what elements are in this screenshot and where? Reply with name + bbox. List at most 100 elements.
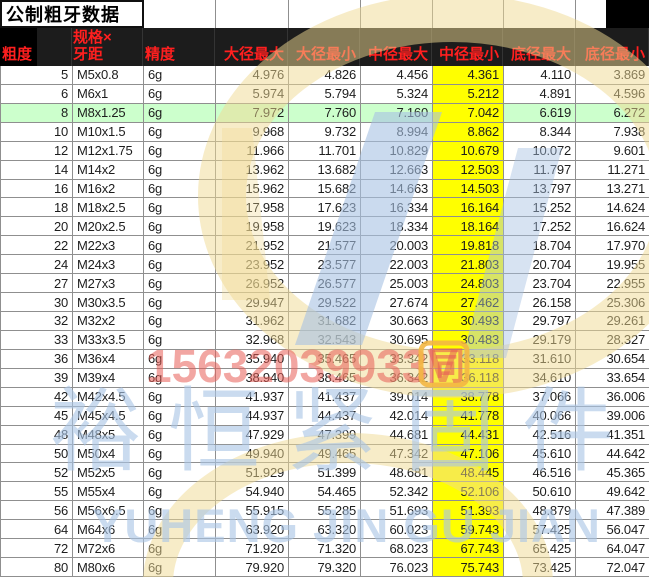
cell-pitch-max-row13[interactable]: 27.674 bbox=[361, 293, 433, 312]
cell-major-max-row14[interactable]: 31.962 bbox=[216, 312, 289, 331]
cell-major-max-row21[interactable]: 49.940 bbox=[216, 445, 289, 464]
cell-spec-row11[interactable]: M24x3 bbox=[73, 255, 144, 274]
cell-major-max-row7[interactable]: 15.962 bbox=[216, 180, 289, 199]
cell-pitch-min-row5[interactable]: 10.679 bbox=[433, 142, 504, 161]
cell-grade-row26[interactable]: 6g bbox=[144, 539, 216, 558]
cell-grade-row4[interactable]: 6g bbox=[144, 123, 216, 142]
cell-pitch-max-row1[interactable]: 4.456 bbox=[361, 66, 433, 85]
cell-major-max-row26[interactable]: 71.920 bbox=[216, 539, 289, 558]
cell-minor-max-row16[interactable]: 31.610 bbox=[504, 350, 576, 369]
cell-grade-row13[interactable]: 6g bbox=[144, 293, 216, 312]
cell-grade-row20[interactable]: 6g bbox=[144, 426, 216, 445]
cell-major-min-row3[interactable]: 7.760 bbox=[289, 104, 361, 123]
cell-minor-max-row18[interactable]: 37.066 bbox=[504, 388, 576, 407]
cell-pitch-max-row6[interactable]: 12.663 bbox=[361, 161, 433, 180]
cell-size-row2[interactable]: 6 bbox=[1, 85, 73, 104]
cell-spec-row9[interactable]: M20x2.5 bbox=[73, 217, 144, 236]
cell-grade-row11[interactable]: 6g bbox=[144, 255, 216, 274]
cell-pitch-max-row26[interactable]: 68.023 bbox=[361, 539, 433, 558]
cell-pitch-max-row15[interactable]: 30.695 bbox=[361, 331, 433, 350]
cell-pitch-min-row11[interactable]: 21.803 bbox=[433, 255, 504, 274]
cell-size-row14[interactable]: 32 bbox=[1, 312, 73, 331]
header-cell-spec[interactable]: 规格×牙距 bbox=[72, 28, 143, 66]
cell-minor-min-row5[interactable]: 9.601 bbox=[576, 142, 649, 161]
cell-pitch-min-row16[interactable]: 33.118 bbox=[433, 350, 504, 369]
cell-minor-min-row16[interactable]: 30.654 bbox=[576, 350, 649, 369]
cell-minor-max-row15[interactable]: 29.179 bbox=[504, 331, 576, 350]
cell-pitch-min-row19[interactable]: 41.778 bbox=[433, 407, 504, 426]
cell-major-max-row24[interactable]: 55.915 bbox=[216, 501, 289, 520]
cell-pitch-min-row9[interactable]: 18.164 bbox=[433, 217, 504, 236]
cell-minor-max-row8[interactable]: 15.252 bbox=[504, 198, 576, 217]
cell-spec-row7[interactable]: M16x2 bbox=[73, 180, 144, 199]
cell-pitch-min-row18[interactable]: 38.778 bbox=[433, 388, 504, 407]
cell-pitch-min-row27[interactable]: 75.743 bbox=[433, 558, 504, 577]
cell-major-max-row12[interactable]: 26.952 bbox=[216, 274, 289, 293]
cell-pitch-min-row12[interactable]: 24.803 bbox=[433, 274, 504, 293]
cell-pitch-max-row11[interactable]: 22.003 bbox=[361, 255, 433, 274]
cell-pitch-max-row9[interactable]: 18.334 bbox=[361, 217, 433, 236]
cell-major-max-row1[interactable]: 4.976 bbox=[216, 66, 289, 85]
cell-pitch-max-row17[interactable]: 36.342 bbox=[361, 369, 433, 388]
header-cell-pitch-min[interactable]: 中径最小 bbox=[432, 28, 503, 66]
header-cell-pitch-max[interactable]: 中径最大 bbox=[360, 28, 432, 66]
cell-minor-min-row4[interactable]: 7.938 bbox=[576, 123, 649, 142]
cell-minor-min-row18[interactable]: 36.006 bbox=[576, 388, 649, 407]
cell-pitch-min-row3[interactable]: 7.042 bbox=[433, 104, 504, 123]
cell-pitch-min-row10[interactable]: 19.818 bbox=[433, 236, 504, 255]
cell-spec-row4[interactable]: M10x1.5 bbox=[73, 123, 144, 142]
cell-major-min-row19[interactable]: 44.437 bbox=[289, 407, 361, 426]
cell-grade-row17[interactable]: 6g bbox=[144, 369, 216, 388]
cell-major-min-row22[interactable]: 51.399 bbox=[289, 463, 361, 482]
cell-minor-min-row3[interactable]: 6.272 bbox=[576, 104, 649, 123]
cell-major-min-row4[interactable]: 9.732 bbox=[289, 123, 361, 142]
cell-major-max-row3[interactable]: 7.972 bbox=[216, 104, 289, 123]
cell-pitch-max-row21[interactable]: 47.342 bbox=[361, 445, 433, 464]
header-cell-major-min[interactable]: 大径最小 bbox=[288, 28, 360, 66]
cell-major-max-row2[interactable]: 5.974 bbox=[216, 85, 289, 104]
cell-size-row15[interactable]: 33 bbox=[1, 331, 73, 350]
cell-grade-row5[interactable]: 6g bbox=[144, 142, 216, 161]
cell-minor-min-row26[interactable]: 64.047 bbox=[576, 539, 649, 558]
header-cell-minor-max[interactable]: 底径最大 bbox=[503, 28, 575, 66]
cell-major-max-row5[interactable]: 11.966 bbox=[216, 142, 289, 161]
cell-pitch-min-row4[interactable]: 8.862 bbox=[433, 123, 504, 142]
cell-grade-row14[interactable]: 6g bbox=[144, 312, 216, 331]
cell-size-row19[interactable]: 45 bbox=[1, 407, 73, 426]
cell-pitch-max-row8[interactable]: 16.334 bbox=[361, 198, 433, 217]
cell-minor-max-row26[interactable]: 65.425 bbox=[504, 539, 576, 558]
cell-major-min-row23[interactable]: 54.465 bbox=[289, 482, 361, 501]
cell-minor-max-row20[interactable]: 42.516 bbox=[504, 426, 576, 445]
cell-major-min-row5[interactable]: 11.701 bbox=[289, 142, 361, 161]
cell-minor-min-row1[interactable]: 3.869 bbox=[576, 66, 649, 85]
cell-minor-max-row25[interactable]: 57.425 bbox=[504, 520, 576, 539]
cell-pitch-max-row14[interactable]: 30.663 bbox=[361, 312, 433, 331]
cell-spec-row1[interactable]: M5x0.8 bbox=[73, 66, 144, 85]
cell-pitch-max-row25[interactable]: 60.023 bbox=[361, 520, 433, 539]
cell-grade-row2[interactable]: 6g bbox=[144, 85, 216, 104]
cell-minor-min-row8[interactable]: 14.624 bbox=[576, 198, 649, 217]
cell-minor-max-row4[interactable]: 8.344 bbox=[504, 123, 576, 142]
cell-minor-max-row27[interactable]: 73.425 bbox=[504, 558, 576, 577]
cell-minor-min-row7[interactable]: 13.271 bbox=[576, 180, 649, 199]
cell-spec-row27[interactable]: M80x6 bbox=[73, 558, 144, 577]
cell-spec-row16[interactable]: M36x4 bbox=[73, 350, 144, 369]
cell-major-min-row26[interactable]: 71.320 bbox=[289, 539, 361, 558]
cell-pitch-min-row17[interactable]: 36.118 bbox=[433, 369, 504, 388]
cell-pitch-max-row4[interactable]: 8.994 bbox=[361, 123, 433, 142]
header-cell-grade[interactable]: 精度 bbox=[143, 28, 215, 66]
cell-size-row18[interactable]: 42 bbox=[1, 388, 73, 407]
cell-minor-max-row19[interactable]: 40.066 bbox=[504, 407, 576, 426]
cell-major-min-row15[interactable]: 32.543 bbox=[289, 331, 361, 350]
cell-major-max-row20[interactable]: 47.929 bbox=[216, 426, 289, 445]
cell-minor-max-row9[interactable]: 17.252 bbox=[504, 217, 576, 236]
cell-major-min-row12[interactable]: 26.577 bbox=[289, 274, 361, 293]
cell-spec-row26[interactable]: M72x6 bbox=[73, 539, 144, 558]
cell-minor-max-row10[interactable]: 18.704 bbox=[504, 236, 576, 255]
cell-spec-row20[interactable]: M48x5 bbox=[73, 426, 144, 445]
cell-pitch-max-row23[interactable]: 52.342 bbox=[361, 482, 433, 501]
cell-major-min-row2[interactable]: 5.794 bbox=[289, 85, 361, 104]
cell-size-row6[interactable]: 14 bbox=[1, 161, 73, 180]
cell-pitch-min-row21[interactable]: 47.106 bbox=[433, 445, 504, 464]
cell-size-row12[interactable]: 27 bbox=[1, 274, 73, 293]
